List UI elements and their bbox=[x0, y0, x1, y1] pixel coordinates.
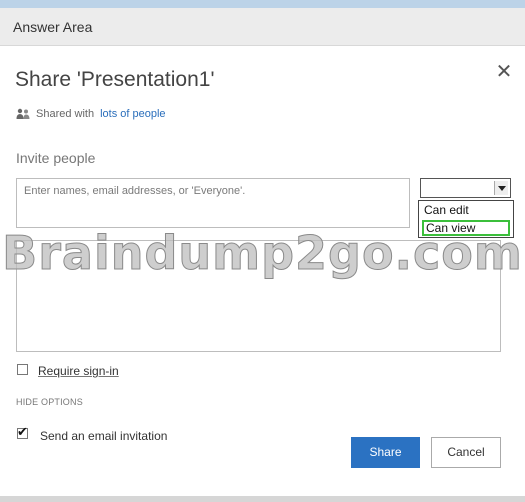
cancel-button[interactable]: Cancel bbox=[431, 437, 501, 468]
permission-option-can-view[interactable]: Can view bbox=[422, 220, 510, 236]
top-strip bbox=[0, 0, 525, 8]
dialog-title: Share 'Presentation1' bbox=[15, 68, 215, 91]
permission-dropdown[interactable] bbox=[420, 178, 511, 198]
send-email-label: Send an email invitation bbox=[40, 429, 168, 443]
chevron-down-icon[interactable] bbox=[494, 181, 508, 195]
invite-people-label: Invite people bbox=[16, 150, 96, 166]
bottom-border bbox=[0, 496, 525, 502]
message-input[interactable] bbox=[16, 240, 501, 352]
close-icon[interactable]: ✕ bbox=[494, 60, 514, 84]
shared-with-label: Shared with bbox=[36, 108, 95, 120]
require-signin-label[interactable]: Require sign-in bbox=[38, 364, 119, 378]
shared-with-link[interactable]: lots of people bbox=[100, 108, 165, 120]
permission-options-list: Can edit Can view bbox=[418, 200, 514, 238]
permission-option-can-edit[interactable]: Can edit bbox=[422, 203, 510, 219]
send-email-checkbox[interactable]: ✔ bbox=[17, 424, 28, 439]
share-button[interactable]: Share bbox=[351, 437, 420, 468]
people-icon bbox=[16, 108, 30, 120]
invite-names-input[interactable] bbox=[16, 178, 410, 228]
shared-with-row: Shared with lots of people bbox=[16, 108, 166, 120]
checkmark-icon: ✔ bbox=[17, 424, 28, 439]
require-signin-checkbox[interactable] bbox=[17, 364, 28, 375]
hide-options-link[interactable]: HIDE OPTIONS bbox=[16, 397, 83, 407]
answer-area-title: Answer Area bbox=[13, 19, 93, 35]
answer-area-header: Answer Area bbox=[0, 8, 525, 46]
